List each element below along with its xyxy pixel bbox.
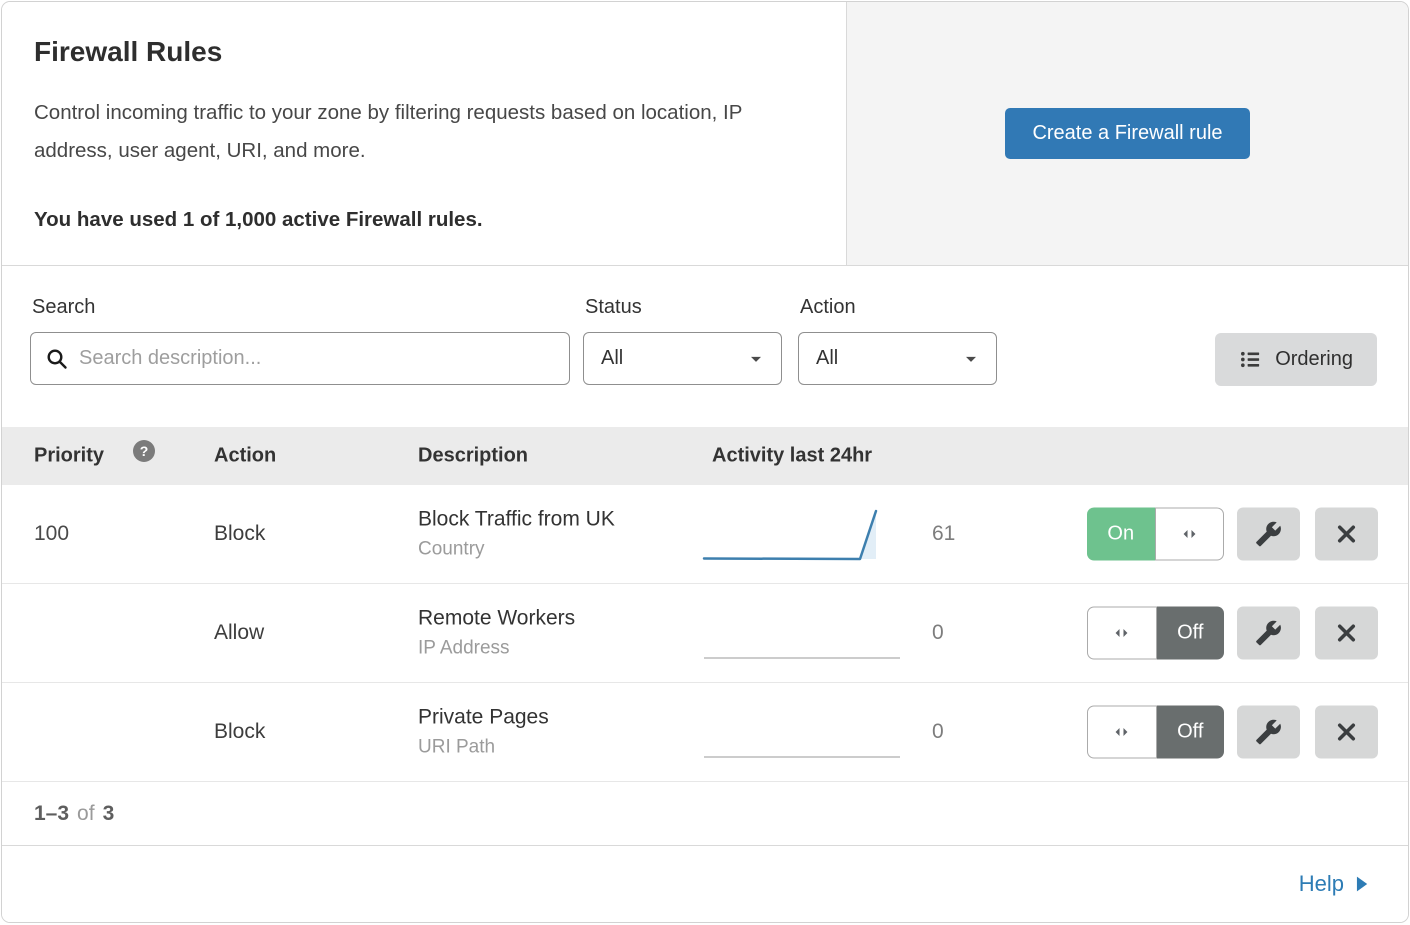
wrench-icon <box>1255 521 1282 548</box>
wrench-icon <box>1255 620 1282 647</box>
pagination-total: 3 <box>103 802 115 826</box>
rule-action: Block <box>214 720 265 744</box>
search-label: Search <box>32 296 95 319</box>
firewall-rules-panel: Firewall Rules Control incoming traffic … <box>1 1 1409 923</box>
ordering-list-icon <box>1239 348 1262 371</box>
pagination-range: 1–3 <box>34 802 69 826</box>
filters-section: Search Status All Action All <box>2 266 1408 427</box>
close-icon <box>1334 621 1359 646</box>
column-header-priority: Priority <box>34 445 104 468</box>
wrench-icon <box>1255 719 1282 746</box>
create-firewall-rule-button[interactable]: Create a Firewall rule <box>1005 108 1249 159</box>
rule-name: Private Pages <box>418 706 549 730</box>
rule-action: Allow <box>214 621 264 645</box>
rule-match-type: Country <box>418 539 615 561</box>
delete-rule-button[interactable] <box>1315 706 1378 759</box>
rule-description-cell: Remote Workers IP Address <box>418 607 575 660</box>
rule-enabled-toggle[interactable]: On <box>1087 508 1224 561</box>
rule-name: Block Traffic from UK <box>418 508 615 532</box>
header-section: Firewall Rules Control incoming traffic … <box>2 2 1408 266</box>
edit-rule-button[interactable] <box>1237 508 1300 561</box>
action-label: Action <box>800 296 856 319</box>
ordering-button[interactable]: Ordering <box>1215 333 1377 386</box>
header-text-block: Firewall Rules Control incoming traffic … <box>2 2 847 265</box>
usage-summary: You have used 1 of 1,000 active Firewall… <box>34 208 806 232</box>
page-title: Firewall Rules <box>34 36 806 68</box>
toggle-state-label: Off <box>1157 706 1225 759</box>
edit-rule-button[interactable] <box>1237 607 1300 660</box>
chevron-down-icon <box>746 349 766 369</box>
table-row: Allow Remote Workers IP Address 0 Off <box>2 584 1408 683</box>
search-icon <box>45 347 69 371</box>
rule-name: Remote Workers <box>418 607 575 631</box>
toggle-handle-icon[interactable] <box>1155 508 1225 561</box>
search-input-wrapper[interactable] <box>30 332 570 385</box>
column-header-activity: Activity last 24hr <box>712 445 872 468</box>
help-arrow-icon <box>1355 876 1368 892</box>
ordering-button-label: Ordering <box>1275 348 1353 371</box>
search-input[interactable] <box>79 347 555 370</box>
action-dropdown[interactable]: All <box>798 332 997 385</box>
page-description: Control incoming traffic to your zone by… <box>34 94 806 170</box>
rule-match-type: IP Address <box>418 638 575 660</box>
header-action-panel: Create a Firewall rule <box>847 2 1408 265</box>
column-header-description: Description <box>418 445 528 468</box>
help-bar: Help <box>2 846 1408 922</box>
delete-rule-button[interactable] <box>1315 508 1378 561</box>
table-row: Block Private Pages URI Path 0 Off <box>2 683 1408 782</box>
activity-count: 0 <box>932 720 944 744</box>
pagination-bar: 1–3 of 3 <box>2 782 1408 846</box>
delete-rule-button[interactable] <box>1315 607 1378 660</box>
activity-sparkline <box>700 503 905 565</box>
rule-description-cell: Private Pages URI Path <box>418 706 549 759</box>
toggle-state-label: Off <box>1157 607 1225 660</box>
activity-sparkline <box>700 701 905 763</box>
status-selected-value: All <box>601 347 623 370</box>
rule-enabled-toggle[interactable]: Off <box>1087 607 1224 660</box>
rule-action: Block <box>214 522 265 546</box>
rule-enabled-toggle[interactable]: Off <box>1087 706 1224 759</box>
close-icon <box>1334 720 1359 745</box>
toggle-state-label: On <box>1087 508 1155 561</box>
table-row: 100 Block Block Traffic from UK Country … <box>2 485 1408 584</box>
activity-sparkline <box>700 602 905 664</box>
rule-description-cell: Block Traffic from UK Country <box>418 508 615 561</box>
priority-help-icon[interactable]: ? <box>133 440 155 462</box>
status-dropdown[interactable]: All <box>583 332 782 385</box>
help-link-label: Help <box>1299 871 1344 897</box>
activity-count: 0 <box>932 621 944 645</box>
activity-count: 61 <box>932 522 955 546</box>
help-link[interactable]: Help <box>1299 871 1368 897</box>
toggle-handle-icon[interactable] <box>1087 706 1157 759</box>
rule-match-type: URI Path <box>418 737 549 759</box>
close-icon <box>1334 522 1359 547</box>
action-selected-value: All <box>816 347 838 370</box>
edit-rule-button[interactable] <box>1237 706 1300 759</box>
column-header-action: Action <box>214 445 276 468</box>
rule-priority: 100 <box>34 522 69 546</box>
toggle-handle-icon[interactable] <box>1087 607 1157 660</box>
table-header-row: Priority ? Action Description Activity l… <box>2 427 1408 485</box>
status-label: Status <box>585 296 642 319</box>
chevron-down-icon <box>961 349 981 369</box>
pagination-of: of <box>77 802 95 826</box>
